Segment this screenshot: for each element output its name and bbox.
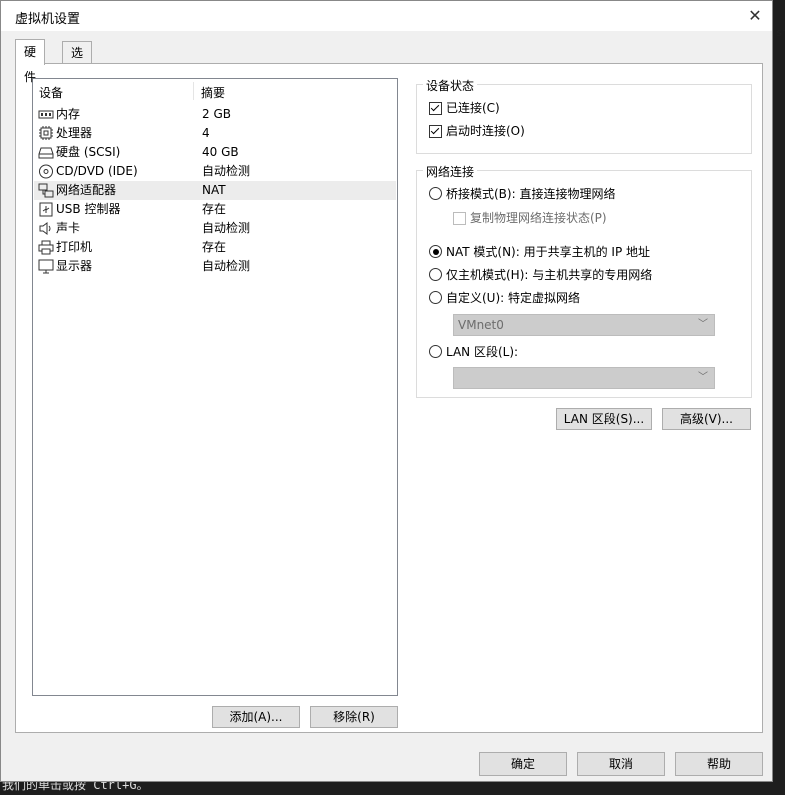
radio-dot [429,268,442,281]
device-name: 声卡 [56,221,81,235]
radio-label: NAT 模式(N): 用于共享主机的 IP 地址 [446,245,651,259]
custom-network-select[interactable]: VMnet0 ﹀ [453,314,715,336]
device-name: USB 控制器 [56,202,121,216]
device-row-processor[interactable]: 处理器 4 [34,124,396,143]
device-row-harddisk[interactable]: 硬盘 (SCSI) 40 GB [34,143,396,162]
device-row-memory[interactable]: 内存 2 GB [34,105,396,124]
chevron-down-icon: ﹀ [698,319,708,330]
device-summary: 自动检测 [202,221,251,235]
vm-settings-dialog: 虚拟机设置 ✕ 硬件 选项 设备 摘要 内存 2 GB 处理器 4 [0,0,773,782]
checkbox-label: 启动时连接(O) [446,124,525,138]
device-summary: 4 [202,126,210,140]
device-name: CD/DVD (IDE) [56,164,138,178]
window-title: 虚拟机设置 [15,12,81,27]
radio-dot [429,245,442,258]
column-header-summary[interactable]: 摘要 [201,84,225,101]
network-adapter-icon [38,183,54,198]
device-name: 显示器 [56,259,93,273]
device-name: 处理器 [56,126,93,140]
harddisk-icon [38,147,54,159]
list-header: 设备 摘要 [33,79,397,101]
cancel-button[interactable]: 取消 [577,752,665,776]
device-row-sound[interactable]: 声卡 自动检测 [34,219,396,238]
device-name: 内存 [56,107,81,121]
radio-label: 仅主机模式(H): 与主机共享的专用网络 [446,268,653,282]
device-summary: 自动检测 [202,259,251,273]
select-value: VMnet0 [458,318,504,332]
device-row-printer[interactable]: 打印机 存在 [34,238,396,257]
advanced-button[interactable]: 高级(V)... [662,408,751,430]
background-terminal-text: st [776,26,785,39]
checkbox-box [429,102,442,115]
display-icon [38,259,54,274]
device-summary: 自动检测 [202,164,251,178]
checkbox-box [453,212,466,225]
checkbox-box [429,125,442,138]
radio-dot [429,345,442,358]
radio-label: LAN 区段(L): [446,345,519,359]
device-row-display[interactable]: 显示器 自动检测 [34,257,396,276]
device-name: 硬盘 (SCSI) [56,145,121,159]
checkbox-label: 已连接(C) [446,101,500,115]
hardware-panel: 设备 摘要 内存 2 GB 处理器 4 硬盘 (SCSI) 40 GB CD/D… [15,63,763,733]
device-list[interactable]: 设备 摘要 内存 2 GB 处理器 4 硬盘 (SCSI) 40 GB CD/D… [32,78,398,696]
title-bar: 虚拟机设置 ✕ [1,1,772,31]
processor-icon [39,126,53,140]
device-summary: NAT [202,183,226,197]
checkbox-label: 复制物理网络连接状态(P) [470,211,607,225]
radio-label: 自定义(U): 特定虚拟网络 [446,291,581,305]
memory-icon [38,110,54,119]
radio-dot [429,291,442,304]
sound-icon [39,222,51,235]
device-row-usb[interactable]: USB 控制器 存在 [34,200,396,219]
cd-dvd-icon [39,164,53,179]
help-button[interactable]: 帮助 [675,752,763,776]
network-connection-title: 网络连接 [423,163,478,180]
radio-label: 桥接模式(B): 直接连接物理网络 [446,187,616,201]
tab-options[interactable]: 选项 [62,41,93,82]
device-summary: 40 GB [202,145,239,159]
device-name: 打印机 [56,240,93,254]
chevron-down-icon: ﹀ [698,372,708,383]
device-summary: 存在 [202,240,227,254]
device-status-title: 设备状态 [423,77,478,94]
usb-icon [39,202,53,217]
device-summary: 2 GB [202,107,231,121]
ok-button[interactable]: 确定 [479,752,567,776]
printer-icon [38,240,54,255]
device-status-group: 设备状态 已连接(C) 启动时连接(O) [416,77,752,154]
remove-device-button[interactable]: 移除(R) [310,706,398,728]
lan-segments-button[interactable]: LAN 区段(S)... [556,408,652,430]
radio-dot [429,187,442,200]
network-connection-group: 网络连接 桥接模式(B): 直接连接物理网络 复制物理网络连接状态(P) NAT… [416,163,752,398]
device-row-network-adapter[interactable]: 网络适配器 NAT [34,181,396,200]
tab-hardware[interactable]: 硬件 [15,39,46,84]
device-name: 网络适配器 [56,183,117,197]
device-row-cd-dvd[interactable]: CD/DVD (IDE) 自动检测 [34,162,396,181]
column-header-device[interactable]: 设备 [39,84,63,101]
device-summary: 存在 [202,202,227,216]
lan-segment-select[interactable]: ﹀ [453,367,715,389]
add-device-button[interactable]: 添加(A)... [212,706,300,728]
close-icon[interactable]: ✕ [742,3,768,29]
